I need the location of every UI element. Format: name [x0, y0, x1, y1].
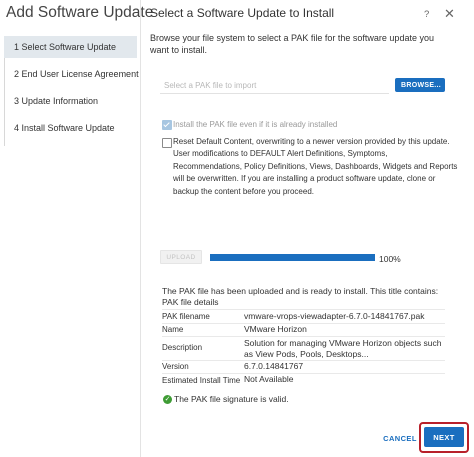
step-update-information[interactable]: 3 Update Information	[4, 90, 137, 112]
version-value: 6.7.0.14841767	[244, 361, 304, 371]
reset-default-content-label: Reset Default Content, overwriting to a …	[173, 137, 458, 196]
cancel-button[interactable]: CANCEL	[380, 431, 420, 445]
add-software-update-wizard: Add Software Update 1 Select Software Up…	[0, 0, 474, 457]
estimated-install-time-label: Estimated Install Time	[162, 376, 241, 385]
details-divider	[162, 336, 445, 337]
details-divider	[162, 373, 445, 374]
next-button[interactable]: NEXT	[424, 427, 464, 447]
pak-file-input[interactable]	[160, 77, 389, 94]
description-value: Solution for managing VMware Horizon obj…	[244, 338, 442, 359]
reset-default-content-checkbox[interactable]	[162, 138, 172, 148]
estimated-install-time-value: Not Available	[244, 374, 294, 384]
signature-valid-text: The PAK file signature is valid.	[174, 394, 289, 404]
upload-progress-fill	[210, 254, 375, 261]
check-circle-icon: ✓	[163, 395, 172, 404]
step-select-software-update[interactable]: 1 Select Software Update	[4, 36, 137, 58]
browse-button[interactable]: BROWSE...	[395, 78, 445, 92]
help-icon[interactable]: ?	[424, 9, 429, 20]
step-end-user-license-agreement[interactable]: 2 End User License Agreement	[4, 63, 139, 85]
upload-button[interactable]: UPLOAD	[160, 250, 202, 264]
pak-filename-value: vmware-vrops-viewadapter-6.7.0-14841767.…	[244, 311, 425, 321]
name-value: VMware Horizon	[244, 324, 307, 334]
install-even-if-installed-label: Install the PAK file even if it is alrea…	[173, 120, 338, 129]
version-label: Version	[162, 362, 189, 371]
wizard-title: Add Software Update	[6, 4, 154, 21]
install-even-if-installed-checkbox[interactable]	[162, 120, 172, 130]
details-divider	[162, 309, 445, 310]
panel-divider	[140, 0, 141, 457]
page-title: Select a Software Update to Install	[150, 6, 335, 20]
close-icon[interactable]: ✕	[444, 6, 455, 22]
details-divider	[162, 360, 445, 361]
wizard-sidebar: Add Software Update 1 Select Software Up…	[0, 0, 153, 457]
wizard-steps: 1 Select Software Update 2 End User Lice…	[4, 36, 139, 144]
upload-progress-label: 100%	[379, 254, 401, 264]
upload-status-text: The PAK file has been uploaded and is re…	[162, 286, 439, 296]
browse-description: Browse your file system to select a PAK …	[150, 33, 434, 55]
name-label: Name	[162, 325, 184, 334]
pak-filename-label: PAK filename	[162, 312, 210, 321]
description-label: Description	[162, 343, 203, 352]
upload-progress-bar	[210, 254, 375, 261]
step-install-software-update[interactable]: 4 Install Software Update	[4, 117, 137, 139]
pak-details-title: PAK file details	[162, 297, 219, 307]
